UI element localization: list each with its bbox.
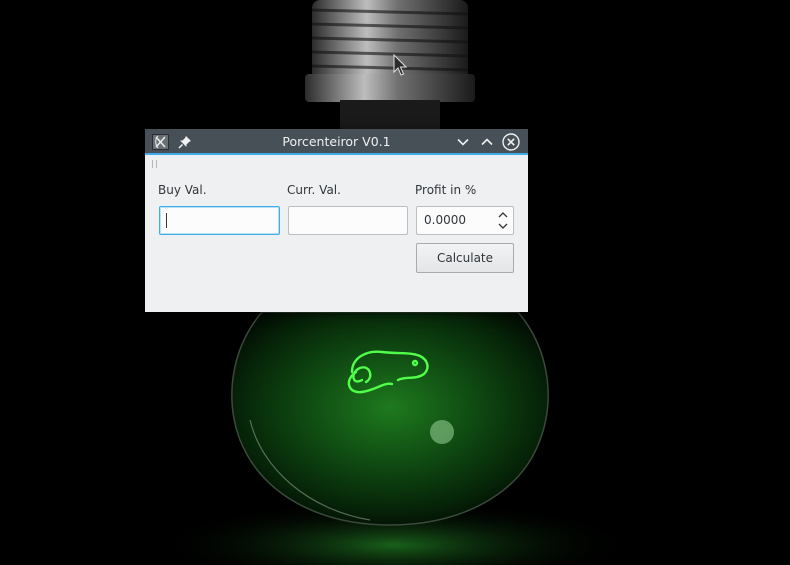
- current-value-label: Curr. Val.: [287, 183, 341, 197]
- close-button[interactable]: [502, 133, 520, 151]
- spin-down-button[interactable]: [497, 221, 509, 231]
- toolbar-handle[interactable]: [152, 160, 157, 168]
- chevron-down-icon: [498, 223, 508, 229]
- chevron-up-icon: [498, 212, 508, 218]
- app-window: Porcenteiror V0.1 Buy Val. Curr. Val. Pr…: [145, 129, 528, 312]
- text-cursor: [166, 213, 167, 228]
- pin-icon[interactable]: [178, 135, 192, 149]
- minimize-button[interactable]: [454, 133, 472, 151]
- profit-label: Profit in %: [415, 183, 477, 197]
- mouse-pointer-icon: [393, 54, 407, 76]
- spin-up-button[interactable]: [497, 210, 509, 220]
- profit-spinbox[interactable]: 0.0000: [416, 206, 514, 235]
- calculate-button[interactable]: Calculate: [416, 243, 514, 273]
- app-icon[interactable]: [152, 134, 169, 150]
- chevron-up-icon: [481, 138, 493, 146]
- close-icon: [507, 138, 515, 146]
- chevron-down-icon: [457, 138, 469, 146]
- titlebar[interactable]: Porcenteiror V0.1: [145, 129, 528, 155]
- maximize-button[interactable]: [478, 133, 496, 151]
- profit-value[interactable]: 0.0000: [424, 213, 466, 228]
- desktop: Porcenteiror V0.1 Buy Val. Curr. Val. Pr…: [0, 0, 790, 565]
- buy-value-input[interactable]: [159, 206, 280, 235]
- current-value-input[interactable]: [288, 206, 408, 235]
- buy-value-label: Buy Val.: [158, 183, 207, 197]
